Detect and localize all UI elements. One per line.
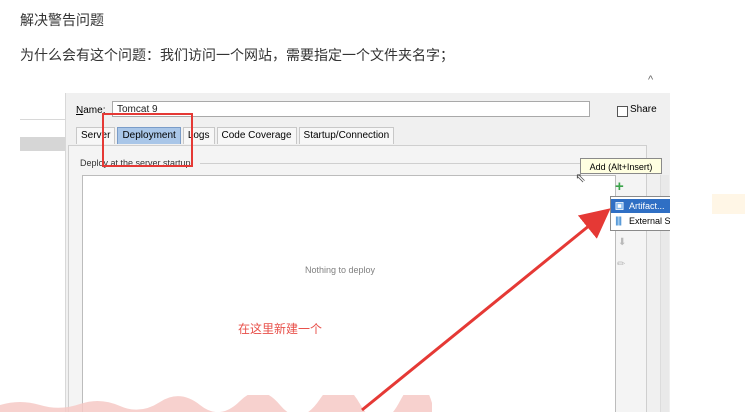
mouse-cursor-icon: ⇖ [575,170,586,185]
menu-item-label: External Source... [629,216,670,226]
tab-code-coverage[interactable]: Code Coverage [216,127,297,144]
edit-icon[interactable]: ✏ [617,259,625,270]
deployment-tab-highlight-box [102,113,193,167]
add-tooltip: Add (Alt+Insert) [580,158,662,174]
move-down-icon[interactable]: ⬇ [618,237,626,248]
add-dropdown-menu: Artifact... External Source... [610,196,670,231]
menu-item-label: Artifact... [629,201,665,211]
highlight-strip [712,194,745,214]
add-icon[interactable]: + [615,178,624,195]
artifact-icon [615,202,624,210]
annotation-note: 在这里新建一个 [238,322,323,336]
torn-edge-decoration [0,395,432,412]
share-checkbox[interactable] [617,106,628,117]
deploy-list[interactable] [82,175,616,412]
external-source-icon [615,216,622,226]
collapse-caret-icon[interactable]: ^ [648,74,653,86]
article-explanation: 为什么会有这个问题：我们访问一个网站，需要指定一个文件夹名字； [20,47,454,63]
empty-state-text: Nothing to deploy [305,265,376,275]
tree-divider [20,119,65,120]
menu-item-external-source[interactable]: External Source... [611,214,670,228]
share-label: Share [630,104,657,115]
tree-selected-row[interactable] [20,137,65,151]
menu-item-artifact[interactable]: Artifact... [611,199,670,213]
article-heading: 解决警告问题 [20,12,104,28]
tab-startup-connection[interactable]: Startup/Connection [298,127,395,144]
section-divider [200,163,596,164]
